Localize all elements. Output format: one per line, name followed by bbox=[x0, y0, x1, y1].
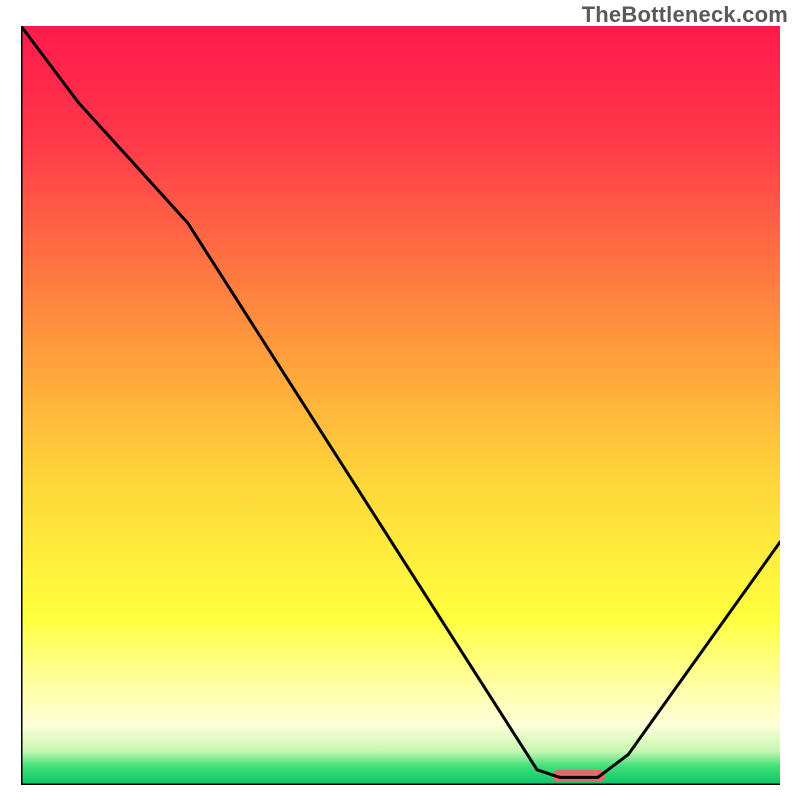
chart-container bbox=[21, 26, 780, 785]
bottleneck-chart bbox=[21, 26, 780, 785]
watermark-label: TheBottleneck.com bbox=[582, 2, 788, 28]
gradient-background bbox=[21, 26, 780, 785]
